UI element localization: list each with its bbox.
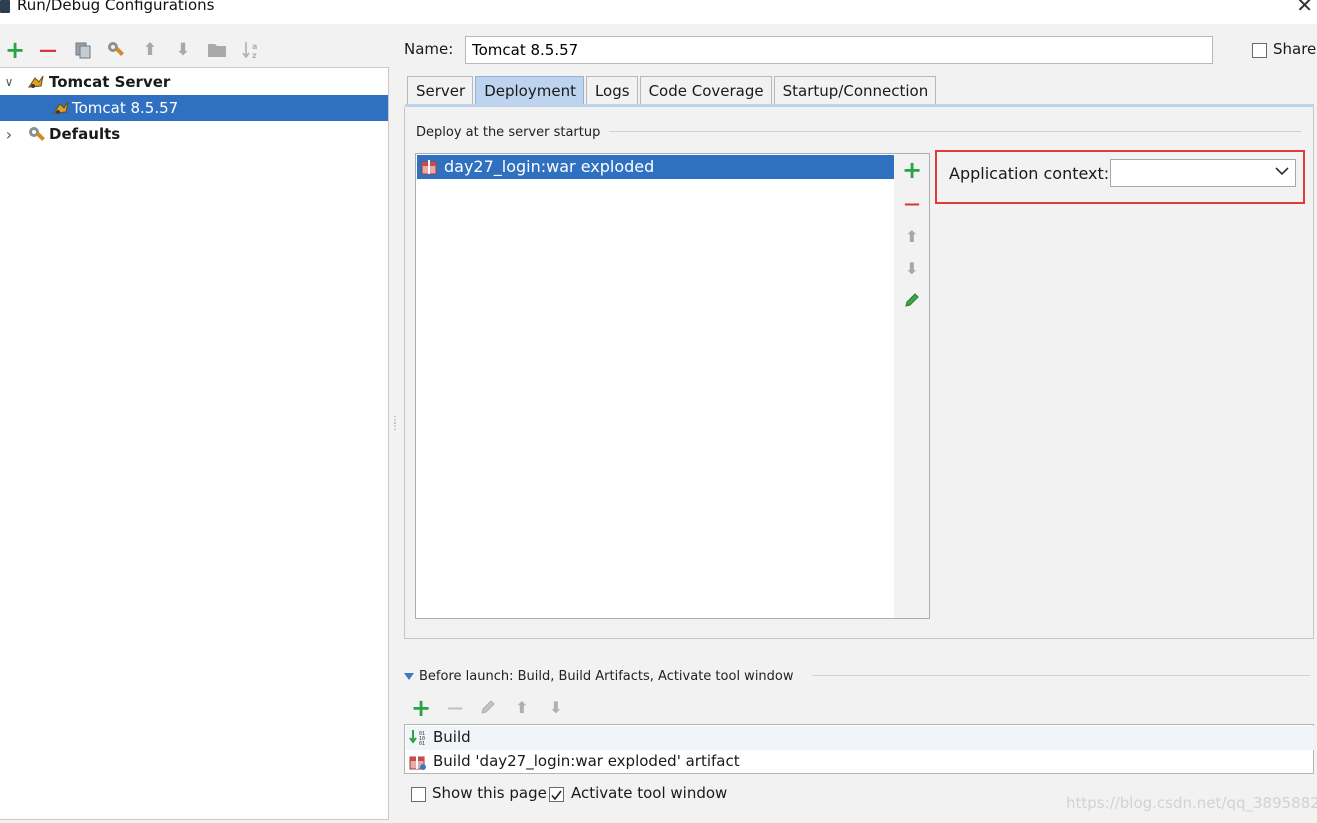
application-context-label: Application context: — [949, 164, 1110, 183]
move-down-icon[interactable]: ⬇ — [902, 259, 922, 279]
edit-task-icon[interactable] — [477, 697, 499, 719]
artifact-label: day27_login:war exploded — [444, 157, 655, 176]
svg-text:01: 01 — [419, 741, 425, 747]
move-down-icon[interactable]: ⬇ — [172, 38, 194, 62]
activate-tool-window-checkbox[interactable] — [549, 787, 564, 802]
move-up-icon[interactable]: ⬆ — [902, 227, 922, 247]
remove-icon[interactable]: — — [37, 38, 59, 62]
show-this-page-label: Show this page — [432, 784, 547, 802]
edit-pencil-icon[interactable] — [902, 291, 922, 311]
svg-text:a: a — [252, 42, 257, 51]
tab-server[interactable]: Server — [407, 76, 474, 105]
config-tabs: Server Deployment Logs Code Coverage Sta… — [407, 76, 938, 105]
deploy-toolbar: + — ⬆ ⬇ — [894, 153, 930, 619]
share-label: Share — [1273, 40, 1317, 58]
close-icon[interactable]: ✕ — [1296, 0, 1313, 15]
chevron-down-icon[interactable]: ∨ — [2, 75, 16, 89]
tab-code-coverage[interactable]: Code Coverage — [639, 76, 772, 105]
edit-defaults-icon[interactable] — [105, 38, 127, 62]
copy-icon[interactable] — [72, 38, 94, 62]
remove-task-icon[interactable]: — — [444, 697, 466, 719]
config-tree: ∨ Tomcat Server Tomcat 8.5.57 › Defaults — [0, 67, 389, 820]
tree-item-label: Tomcat Server — [49, 73, 171, 91]
list-item[interactable]: Build 'day27_login:war exploded' artifac… — [406, 750, 1314, 774]
sort-icon[interactable]: az — [240, 38, 262, 62]
application-context-select[interactable] — [1110, 159, 1296, 187]
title-bar: Run/Debug Configurations ✕ — [0, 0, 1317, 24]
before-launch-list[interactable]: 01 10 01 Build Build 'day27_login:war expl… — [404, 724, 1314, 774]
config-toolbar: + — ⬆ ⬇ az — [0, 34, 390, 66]
task-label: Build 'day27_login:war exploded' artifac… — [433, 752, 740, 770]
before-launch-title[interactable]: Before launch: Build, Build Artifacts, A… — [419, 669, 794, 684]
name-label: Name: — [404, 40, 454, 58]
tree-item-tomcat-server[interactable]: ∨ Tomcat Server — [0, 69, 388, 95]
window-title: Run/Debug Configurations — [17, 0, 215, 14]
artifact-icon — [421, 159, 437, 175]
add-icon[interactable]: + — [4, 36, 26, 64]
tab-startup-connection[interactable]: Startup/Connection — [773, 76, 937, 105]
tree-item-defaults[interactable]: › Defaults — [0, 121, 388, 147]
build-icon: 01 10 01 — [409, 729, 429, 747]
name-field[interactable] — [465, 36, 1213, 64]
move-down-icon[interactable]: ⬇ — [545, 697, 567, 719]
list-item[interactable]: day27_login:war exploded — [417, 155, 895, 179]
deploy-artifact-list[interactable]: day27_login:war exploded — [415, 153, 895, 619]
chevron-right-icon[interactable]: › — [2, 125, 16, 144]
list-item[interactable]: 01 10 01 Build — [406, 726, 1314, 750]
tab-deployment[interactable]: Deployment — [475, 76, 584, 105]
svg-text:z: z — [252, 51, 257, 60]
remove-artifact-icon[interactable]: — — [902, 194, 922, 214]
deploy-group-title: Deploy at the server startup — [416, 125, 601, 140]
artifact-icon — [409, 753, 429, 771]
move-up-icon[interactable]: ⬆ — [511, 697, 533, 719]
tomcat-icon — [52, 100, 70, 116]
add-task-icon[interactable]: + — [410, 696, 432, 720]
splitter-handle[interactable]: ⋮ ⋮ — [390, 416, 400, 436]
collapse-triangle-icon[interactable] — [404, 673, 414, 680]
task-label: Build — [433, 728, 471, 746]
move-up-icon[interactable]: ⬆ — [139, 38, 161, 62]
add-artifact-icon[interactable]: + — [902, 158, 922, 182]
watermark: https://blog.csdn.net/qq_38958829 — [1066, 794, 1317, 812]
share-checkbox[interactable] — [1252, 43, 1267, 58]
tree-item-label: Tomcat 8.5.57 — [72, 99, 179, 117]
folder-icon[interactable] — [206, 38, 228, 62]
tomcat-icon — [27, 74, 45, 90]
group-divider — [812, 675, 1310, 676]
tree-item-label: Defaults — [49, 125, 121, 143]
wrench-icon — [27, 125, 45, 141]
tree-item-tomcat-8-5-57[interactable]: Tomcat 8.5.57 — [0, 95, 388, 121]
activate-tool-window-label: Activate tool window — [571, 784, 728, 802]
app-icon — [0, 0, 10, 13]
checkmark-icon — [551, 790, 562, 801]
chevron-down-icon[interactable] — [1275, 164, 1289, 178]
tab-logs[interactable]: Logs — [585, 76, 638, 105]
show-this-page-checkbox[interactable] — [411, 787, 426, 802]
group-divider — [609, 131, 1301, 132]
